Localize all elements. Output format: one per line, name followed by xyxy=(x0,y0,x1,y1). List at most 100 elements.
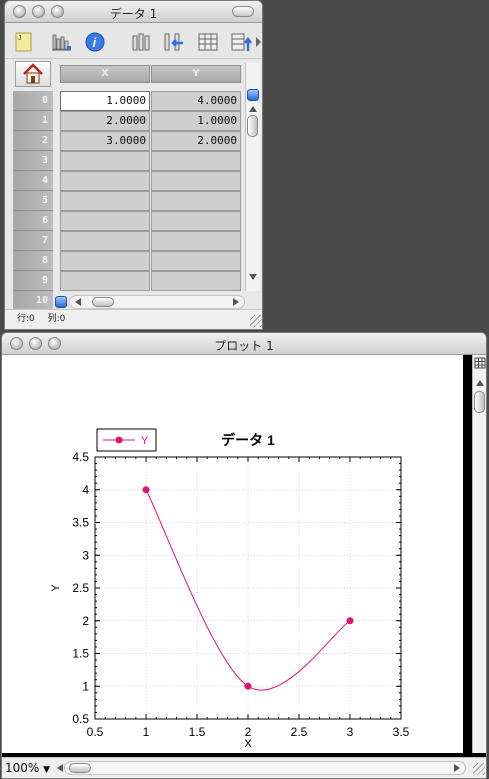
svg-text:J: J xyxy=(18,35,22,42)
table-cell[interactable] xyxy=(60,151,150,171)
y-tick-label: 1.5 xyxy=(72,647,89,661)
y-tick-label: 2.5 xyxy=(72,581,89,595)
data-vertical-scrollbar[interactable] xyxy=(245,63,260,291)
resize-grip-icon[interactable] xyxy=(250,315,262,327)
row-indicator: 行:0 xyxy=(17,314,35,324)
row-number[interactable]: 3 xyxy=(13,151,53,171)
column-header-y[interactable]: Y xyxy=(151,65,241,83)
column-icon[interactable] xyxy=(131,31,153,53)
insert-column-icon[interactable] xyxy=(163,31,185,53)
table-cell[interactable] xyxy=(151,151,241,171)
chevron-right-icon[interactable] xyxy=(255,36,263,48)
table-cell[interactable] xyxy=(60,251,150,271)
sort-up-icon[interactable] xyxy=(230,31,252,53)
plot-vertical-scroll-thumb[interactable] xyxy=(474,391,485,413)
note-icon[interactable]: J xyxy=(13,31,35,53)
row-number[interactable]: 2 xyxy=(13,131,53,151)
x-tick-label: 2.5 xyxy=(291,725,308,739)
table-row xyxy=(60,271,242,291)
home-button[interactable] xyxy=(15,61,51,87)
y-tick-label: 0.5 xyxy=(72,712,89,726)
table-cell[interactable]: 2.0000 xyxy=(60,111,150,131)
legend-label: Y xyxy=(141,435,149,447)
scroll-up-arrow-icon[interactable] xyxy=(476,379,484,387)
plot-grid-toggle-icon[interactable] xyxy=(474,357,486,369)
plot-canvas[interactable]: 0.5 1 1.5 2 2.5 3 3.5 0.5 1 1.5 2 2.5 3 3.5 4 4.5 X Y データ … xyxy=(2,355,463,753)
table-cell[interactable]: 2.0000 xyxy=(151,131,241,151)
table-cell[interactable]: 4.0000 xyxy=(151,91,241,111)
scroll-left-arrow-icon[interactable] xyxy=(56,764,64,772)
column-indicator: 列:0 xyxy=(47,314,66,324)
y-tick-label: 4 xyxy=(82,483,89,497)
plot-vertical-scrollbar[interactable] xyxy=(472,355,486,753)
scroll-left-arrow-icon[interactable] xyxy=(74,298,82,306)
y-tick-label: 3.5 xyxy=(72,516,89,530)
horizontal-scroll-thumb[interactable] xyxy=(92,297,114,307)
y-tick-label: 2 xyxy=(82,614,89,628)
scroll-right-arrow-icon[interactable] xyxy=(453,764,461,772)
plot-window-title: プロット 1 xyxy=(214,339,274,353)
plot-horizontal-scroll-thumb[interactable] xyxy=(69,763,91,773)
resize-grip-icon[interactable] xyxy=(473,763,485,775)
row-number[interactable]: 6 xyxy=(13,211,53,231)
split-handle-icon[interactable] xyxy=(247,89,259,101)
row-number[interactable]: 10 xyxy=(13,291,53,311)
zoom-level: 100% xyxy=(5,761,40,775)
table-icon[interactable] xyxy=(197,31,219,53)
row-number-column: 0 1 2 3 4 5 6 7 8 9 10 xyxy=(13,91,53,311)
table-row: 3.0000 2.0000 xyxy=(60,131,242,151)
table-cell[interactable] xyxy=(151,271,241,291)
table-cell[interactable]: 1.0000 xyxy=(151,111,241,131)
row-number[interactable]: 5 xyxy=(13,191,53,211)
table-row xyxy=(60,151,242,171)
column-header-x[interactable]: X xyxy=(60,65,150,83)
table-cell[interactable] xyxy=(151,251,241,271)
chart-title: データ 1 xyxy=(221,432,275,448)
column-split-handle-icon[interactable] xyxy=(55,296,67,308)
chevron-down-icon: ▼ xyxy=(43,765,51,775)
table-cell[interactable]: 1.0000 xyxy=(60,91,150,111)
table-cell[interactable] xyxy=(151,171,241,191)
row-number[interactable]: 1 xyxy=(13,111,53,131)
vertical-scroll-thumb[interactable] xyxy=(247,115,258,137)
x-tick-label: 3.5 xyxy=(393,725,410,739)
table-cell[interactable] xyxy=(151,211,241,231)
scroll-right-arrow-icon[interactable] xyxy=(232,298,240,306)
x-tick-label: 1.5 xyxy=(189,725,206,739)
row-number[interactable]: 8 xyxy=(13,251,53,271)
row-number[interactable]: 7 xyxy=(13,231,53,251)
zoom-select[interactable]: 100% ▼ xyxy=(5,761,50,775)
chart: 0.5 1 1.5 2 2.5 3 3.5 0.5 1 1.5 2 2.5 3 3.5 4 4.5 X Y データ … xyxy=(50,428,410,750)
table-cell[interactable] xyxy=(60,211,150,231)
y-axis-label: Y xyxy=(50,584,62,592)
table-row xyxy=(60,191,242,211)
data-window-titlebar[interactable]: データ 1 xyxy=(5,1,262,23)
table-row: 2.0000 1.0000 xyxy=(60,111,242,131)
data-point xyxy=(142,486,150,494)
plot-footer: 100% ▼ xyxy=(2,757,486,778)
table-cell[interactable] xyxy=(60,191,150,211)
table-cell[interactable] xyxy=(60,231,150,251)
table-cell[interactable] xyxy=(60,171,150,191)
scroll-down-arrow-icon[interactable] xyxy=(249,273,257,281)
data-cells: 1.0000 4.0000 2.0000 1.0000 3.0000 2.000… xyxy=(60,91,242,291)
table-cell[interactable] xyxy=(151,191,241,211)
toolbar-toggle-button[interactable] xyxy=(232,6,254,17)
row-number[interactable]: 0 xyxy=(13,91,53,111)
scroll-up-arrow-icon[interactable] xyxy=(249,105,257,113)
x-tick-label: 0.5 xyxy=(87,725,104,739)
table-row xyxy=(60,231,242,251)
table-cell[interactable]: 3.0000 xyxy=(60,131,150,151)
row-number[interactable]: 4 xyxy=(13,171,53,191)
info-icon[interactable]: i xyxy=(84,31,106,53)
plot-horizontal-scrollbar[interactable] xyxy=(64,761,466,775)
svg-text:i: i xyxy=(93,35,97,50)
home-icon xyxy=(23,63,43,84)
row-number[interactable]: 9 xyxy=(13,271,53,291)
bar-chart-icon[interactable] xyxy=(51,31,73,53)
plot-window-titlebar[interactable]: プロット 1 xyxy=(2,333,486,355)
status-bar: 行:0 列:0 xyxy=(5,309,262,329)
table-cell[interactable] xyxy=(151,231,241,251)
table-cell[interactable] xyxy=(60,271,150,291)
data-horizontal-scrollbar[interactable] xyxy=(69,295,245,309)
